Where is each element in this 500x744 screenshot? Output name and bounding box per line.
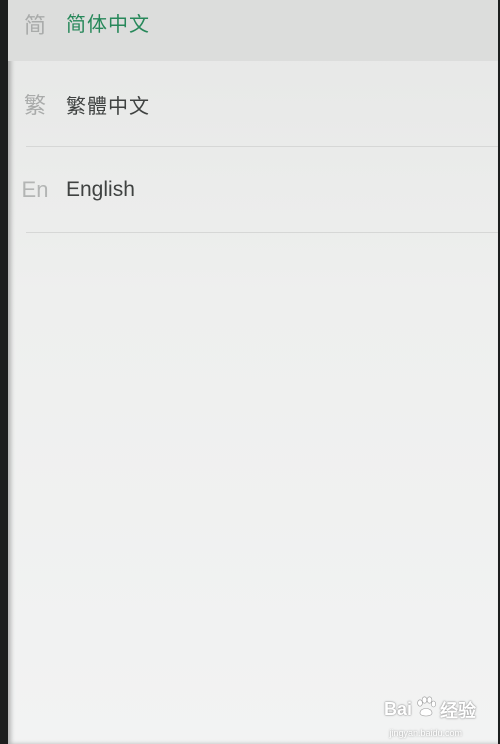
language-label-simplified-chinese: 简体中文 bbox=[66, 12, 150, 36]
divider bbox=[26, 232, 498, 233]
selected-marker: ' bbox=[72, 12, 75, 23]
watermark-brand-right: 经验 bbox=[440, 700, 476, 721]
language-option-traditional-chinese[interactable]: 繁 繁體中文 bbox=[8, 61, 498, 147]
paw-icon bbox=[414, 695, 438, 724]
language-option-english[interactable]: En English bbox=[8, 147, 498, 233]
traditional-chinese-icon: 繁 bbox=[23, 94, 46, 119]
watermark-brand-left: Bai bbox=[383, 699, 412, 719]
language-label-english: English bbox=[66, 178, 135, 201]
language-list: 简 ' 简体中文 繁 繁體中文 En English bbox=[8, 0, 498, 233]
baidu-jingyan-watermark: Bai 经验 bbox=[384, 695, 476, 724]
language-option-simplified-chinese[interactable]: 简 ' 简体中文 bbox=[8, 0, 498, 61]
language-label-traditional-chinese: 繁體中文 bbox=[66, 93, 150, 118]
simplified-chinese-icon: 简 bbox=[23, 14, 46, 39]
english-icon: En bbox=[21, 177, 49, 202]
watermark-url: jingyan.baidu.com bbox=[389, 728, 462, 738]
language-settings-screen: 简 ' 简体中文 繁 繁體中文 En English Bai 经验 jingya… bbox=[8, 0, 498, 744]
